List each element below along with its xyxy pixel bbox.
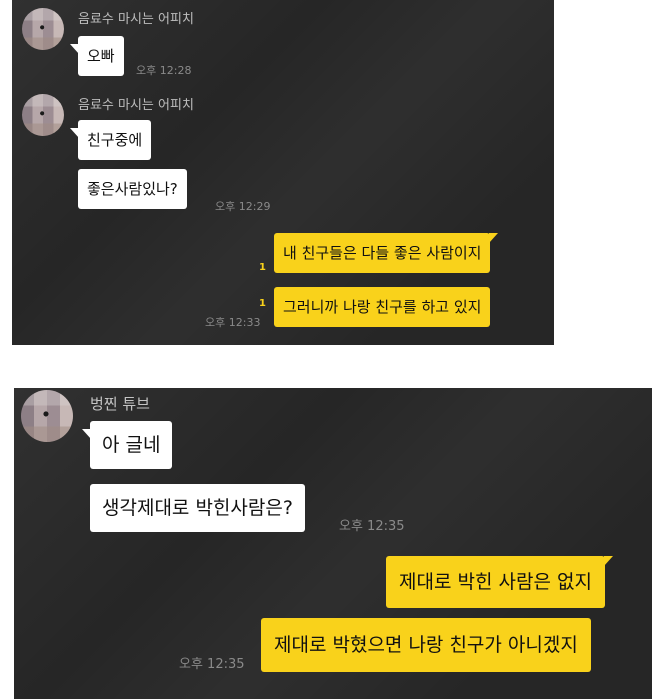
sender-avatar-1[interactable] [22, 8, 64, 50]
message-bubble[interactable]: 아 글네 [81, 421, 173, 469]
message-time: 오후 12:35 [339, 519, 405, 534]
message-time: 오후 12:33 [205, 316, 261, 329]
sender-name: 음료수 마시는 어피치 [78, 12, 194, 27]
sender-name: 음료수 마시는 어피치 [78, 98, 194, 113]
unread-count: 1 [259, 298, 266, 309]
sender-name: 벙찐 튜브 [90, 395, 150, 413]
reply-bubble[interactable]: 제대로 박혔으면 나랑 친구가 아니겠지 [261, 618, 591, 672]
message-bubble[interactable]: 친구중에 [69, 120, 152, 160]
unread-count: 1 [259, 262, 266, 273]
chat-screenshot-1: 음료수 마시는 어피치 오빠 오후 12:28 음료수 마시는 어피치 친구중에… [12, 0, 554, 345]
message-time: 오후 12:35 [179, 657, 245, 672]
sender-avatar-2[interactable] [22, 94, 64, 136]
reply-bubble[interactable]: 제대로 박힌 사람은 없지 [386, 556, 613, 608]
message-bubble[interactable]: 생각제대로 박힌사람은? [90, 484, 305, 532]
message-time: 오후 12:28 [136, 64, 192, 77]
chat-screenshot-2: 벙찐 튜브 아 글네 생각제대로 박힌사람은? 오후 12:35 제대로 박힌 … [14, 388, 652, 699]
message-time: 오후 12:29 [215, 200, 271, 213]
message-bubble[interactable]: 오빠 [70, 36, 124, 76]
reply-bubble[interactable]: 그러니까 나랑 친구를 하고 있지 [274, 287, 491, 327]
message-bubble[interactable]: 좋은사람있나? [78, 169, 187, 209]
sender-avatar-3[interactable] [21, 390, 73, 442]
reply-bubble[interactable]: 내 친구들은 다들 좋은 사람이지 [274, 233, 499, 273]
